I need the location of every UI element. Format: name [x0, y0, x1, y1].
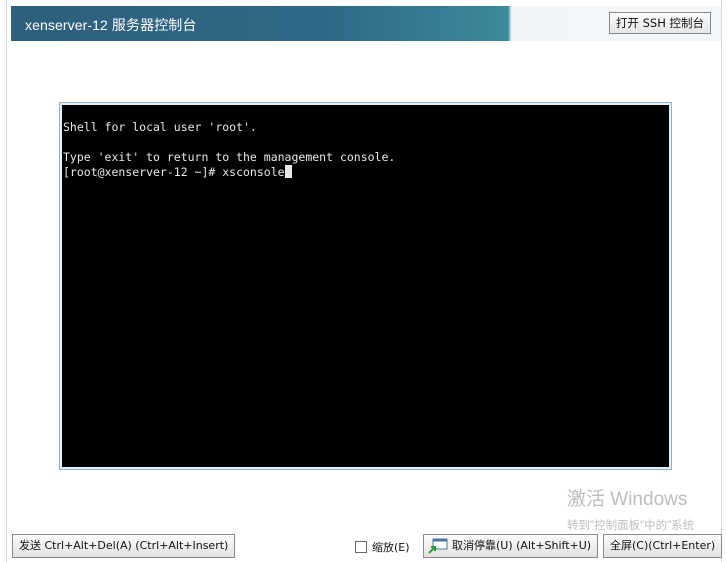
terminal-text: Shell for local user 'root'. Type 'exit'…	[63, 120, 395, 180]
terminal-line-1: Shell for local user 'root'.	[63, 120, 257, 134]
terminal-console[interactable]: Shell for local user 'root'. Type 'exit'…	[62, 105, 669, 467]
undock-button[interactable]: 取消停靠(U) (Alt+Shift+U)	[423, 534, 599, 558]
terminal-line-3: Type 'exit' to return to the management …	[63, 150, 396, 164]
watermark-title: 激活 Windows	[567, 489, 688, 510]
undock-window-icon	[428, 538, 448, 554]
scale-checkbox[interactable]	[355, 541, 367, 553]
send-ctrl-alt-del-button[interactable]: 发送 Ctrl+Alt+Del(A) (Ctrl+Alt+Insert)	[12, 534, 236, 558]
scale-label: 缩放(E)	[372, 541, 410, 554]
terminal-line-4: [root@xenserver-12 ~]# xsconsole	[63, 165, 285, 179]
terminal-cursor	[284, 165, 292, 178]
window-title: xenserver-12 服务器控制台	[25, 17, 197, 33]
bottom-toolbar: 发送 Ctrl+Alt+Del(A) (Ctrl+Alt+Insert) 缩放(…	[0, 530, 727, 562]
undock-label: 取消停靠(U) (Alt+Shift+U)	[452, 539, 592, 552]
open-ssh-console-button[interactable]: 打开 SSH 控制台	[608, 12, 711, 34]
fullscreen-button[interactable]: 全屏(C)(Ctrl+Enter)	[603, 534, 723, 558]
windows-activation-watermark: 激活 Windows 转到"控制面板"中的"系统	[567, 484, 694, 533]
console-frame: Shell for local user 'root'. Type 'exit'…	[59, 102, 672, 470]
scale-option: 缩放(E)	[355, 539, 410, 555]
title-bar: xenserver-12 服务器控制台 打开 SSH 控制台	[11, 6, 721, 41]
